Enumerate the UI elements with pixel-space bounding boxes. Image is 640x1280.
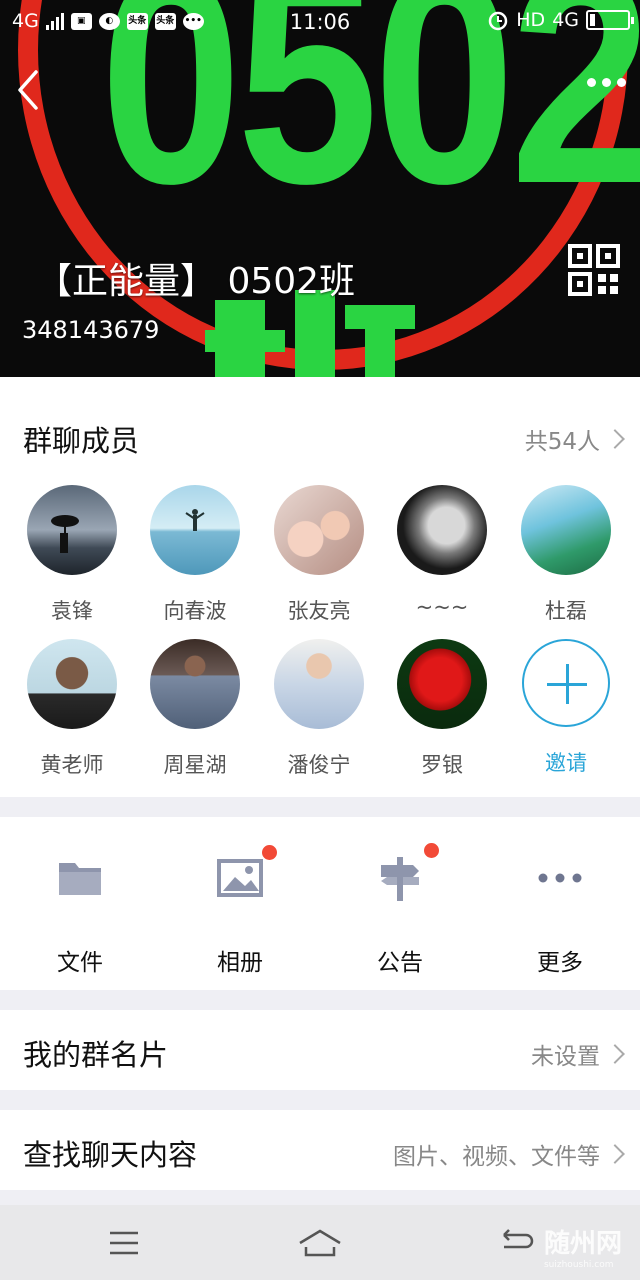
group-tools: 文件 相册 公告 更多 (0, 817, 640, 990)
avatar (274, 485, 364, 575)
my-group-card-row[interactable]: 我的群名片 未设置 (0, 1010, 640, 1090)
member-item[interactable]: ~~~ (387, 485, 497, 619)
member-name: 袁锋 (51, 599, 93, 623)
avatar (150, 639, 240, 729)
chevron-right-icon (605, 1044, 625, 1064)
member-item[interactable]: 杜磊 (511, 485, 621, 625)
row-title: 查找聊天内容 (23, 1138, 198, 1172)
member-name: 潘俊宁 (287, 753, 351, 777)
battery-icon (586, 10, 634, 30)
members-section: 群聊成员 共54人 袁锋 向春波 张友亮 ~~~ 杜磊 黄老师 周星湖 潘俊宁 … (0, 377, 640, 797)
home-icon[interactable] (296, 1221, 344, 1265)
menu-icon[interactable] (100, 1221, 148, 1265)
avatar (397, 485, 487, 575)
network-type-right: 4G (552, 9, 579, 31)
group-id: 348143679 (22, 316, 160, 344)
alarm-icon (489, 11, 508, 31)
member-name: 罗银 (421, 753, 463, 777)
signpost-icon (375, 843, 439, 903)
member-item[interactable]: 潘俊宁 (264, 639, 374, 779)
chevron-right-icon (605, 1144, 625, 1164)
member-name: 张友亮 (287, 599, 351, 623)
member-item[interactable]: 罗银 (387, 639, 497, 779)
watermark-text: 随州网 (543, 1229, 622, 1259)
tool-label: 相册 (217, 950, 263, 976)
row-title: 我的群名片 (23, 1038, 169, 1072)
hd-label: HD (516, 9, 546, 31)
tool-label: 更多 (537, 950, 583, 976)
more-dots-icon (535, 853, 585, 903)
member-item[interactable]: 周星湖 (140, 639, 250, 779)
photo-album-icon (215, 845, 277, 903)
member-name: 向春波 (163, 599, 227, 623)
row-value: 未设置 (531, 1044, 600, 1070)
more-tool[interactable]: 更多 (480, 853, 640, 977)
avatar (397, 639, 487, 729)
tool-label: 公告 (377, 950, 423, 976)
member-item[interactable]: 袁锋 (17, 485, 127, 625)
new-badge (262, 845, 277, 860)
group-name: 【正能量】 0502班 (36, 261, 356, 302)
row-value: 图片、视频、文件等 (393, 1144, 600, 1170)
avatar (27, 639, 117, 729)
member-item[interactable]: 张友亮 (264, 485, 374, 625)
back-arrow-icon[interactable] (10, 66, 50, 114)
system-nav-bar: 随州网 suizhoushi.com (0, 1205, 640, 1280)
watermark: 随州网 suizhoushi.com (544, 1223, 622, 1270)
chevron-right-icon (605, 429, 625, 449)
avatar (150, 485, 240, 575)
qr-code-icon[interactable] (568, 244, 620, 296)
avatar (274, 639, 364, 729)
search-chat-row[interactable]: 查找聊天内容 图片、视频、文件等 (0, 1110, 640, 1190)
plus-icon (522, 639, 610, 727)
members-title: 群聊成员 (23, 424, 140, 458)
member-name: ~~~ (415, 595, 469, 619)
avatar (27, 485, 117, 575)
announcement-tool[interactable]: 公告 (320, 843, 480, 977)
avatar (521, 485, 611, 575)
member-name: 周星湖 (163, 753, 227, 777)
member-item[interactable]: 黄老师 (17, 639, 127, 779)
member-name: 黄老师 (40, 753, 104, 777)
group-header: 0502 4G ▣ ◐ 头条 头条 ••• 11:06 HD 4G 【正能量】 … (0, 0, 640, 377)
back-nav-icon[interactable] (492, 1221, 540, 1265)
folder-icon (55, 853, 105, 903)
status-bar: 4G ▣ ◐ 头条 头条 ••• 11:06 HD 4G (0, 0, 640, 44)
new-badge (424, 843, 439, 858)
album-tool[interactable]: 相册 (160, 845, 320, 977)
invite-button[interactable]: 邀请 (511, 639, 621, 777)
member-count-link[interactable]: 共54人 (524, 422, 625, 456)
member-count: 共54人 (524, 429, 600, 455)
watermark-sub: suizhoushi.com (543, 1260, 614, 1270)
member-name: 杜磊 (545, 599, 587, 623)
invite-label: 邀请 (545, 751, 587, 775)
member-item[interactable]: 向春波 (140, 485, 250, 625)
more-options-icon[interactable] (587, 78, 626, 87)
tool-label: 文件 (57, 950, 103, 976)
files-tool[interactable]: 文件 (0, 853, 160, 977)
